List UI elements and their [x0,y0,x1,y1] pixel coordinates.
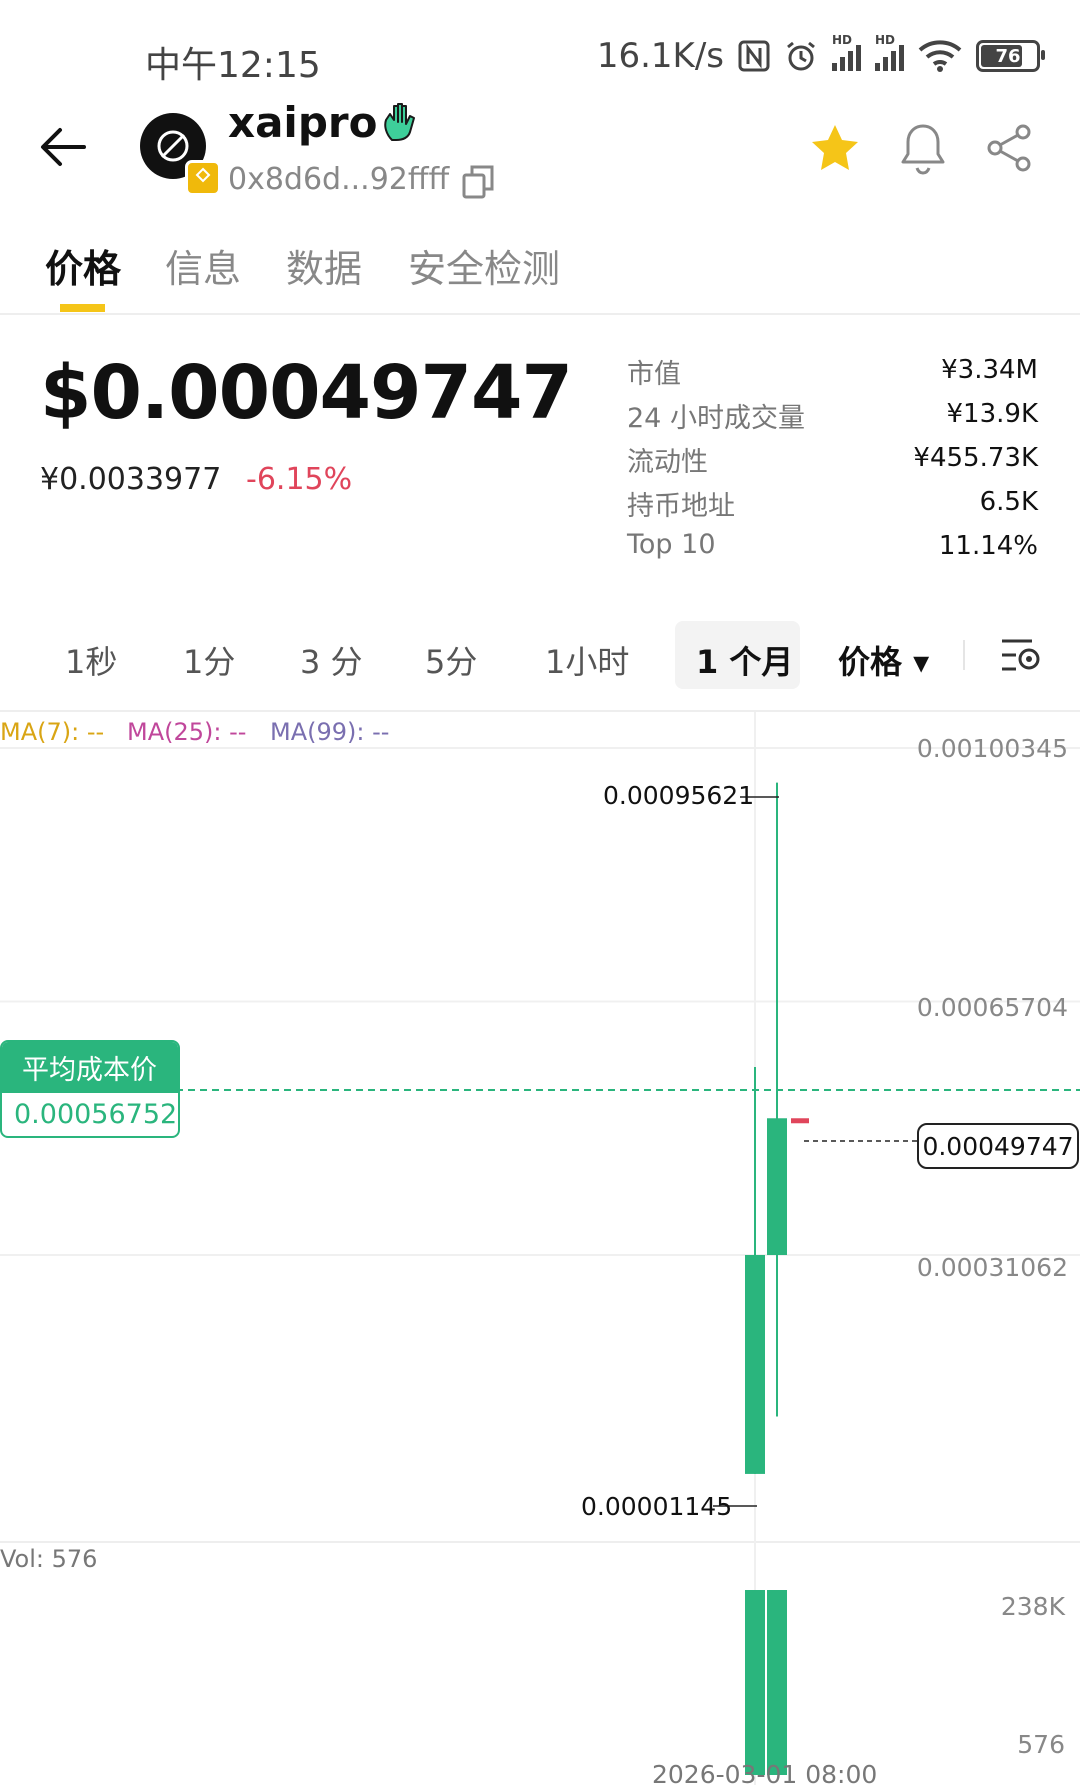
candle-body-2 [791,1118,809,1124]
battery-level: 76 [995,45,1021,67]
low-price-label: 0.00001145 [581,1492,733,1521]
tab-data[interactable]: 数据 [286,238,362,293]
price-type-dropdown[interactable]: 价格 ▾ [838,637,929,683]
alarm-icon [784,39,818,73]
current-price-tag: 0.00049747 [917,1123,1079,1169]
y-tick-label: 0.00031062 [916,1253,1068,1282]
waving-hand-icon [382,100,422,144]
stat-value-liquidity: ¥455.73K [913,443,1038,473]
y-tick-label: 0.00065704 [916,993,1068,1022]
coin-name: xaipro [228,98,378,147]
timeframe-3m[interactable]: 3 分 [300,637,363,683]
price-change: -6.15% [246,462,353,497]
timeframe-5m[interactable]: 5分 [425,637,477,683]
stat-label-holders: 持币地址 [627,491,735,522]
y-tick-label: 0.00100345 [916,734,1068,763]
stat-value-holders: 6.5K [979,487,1038,517]
contract-address: 0x8d6d...92ffff [228,162,450,197]
stat-label-volume: 24 小时成交量 [627,403,805,434]
star-icon[interactable] [808,122,862,176]
volume-bar-1 [767,1590,787,1775]
stat-label-market-cap: 市值 [627,359,681,390]
stat-value-market-cap: ¥3.34M [941,355,1038,385]
price-usd: $0.00049747 [40,350,573,436]
avg-cost-badge[interactable]: 平均成本价 0.00056752 [0,1040,180,1138]
avg-cost-title: 平均成本价 [2,1042,178,1093]
timeframe-1m[interactable]: 1分 [183,637,235,683]
candle-body-0 [745,1255,765,1474]
volume-bars [745,1590,787,1775]
timeframe-separator [963,640,965,670]
avg-cost-value: 0.00056752 [14,1099,178,1130]
price-cny: ¥0.0033977 [40,462,222,497]
high-price-label: 0.00095621 [603,781,755,810]
signal-hd-icon: HD [832,33,861,71]
stat-label-top10: Top 10 [627,529,716,560]
volume-tick-max: 238K [1000,1592,1065,1621]
copy-icon[interactable] [460,163,496,201]
chain-badge-icon [185,160,221,196]
battery-icon: 76 [976,40,1045,72]
tab-info[interactable]: 信息 [165,238,241,293]
timeframe-1s[interactable]: 1秒 [65,637,117,683]
stat-value-top10: 11.14% [938,531,1038,561]
status-icons: 16.1K/s HD HD 76 [596,33,1045,76]
candlestick-chart[interactable] [0,712,1080,1785]
stat-value-volume: ¥13.9K [946,399,1038,429]
stat-label-liquidity: 流动性 [627,447,708,478]
volume-bar-0 [745,1590,765,1775]
bell-icon[interactable] [898,122,948,176]
network-speed: 16.1K/s [596,36,724,76]
back-arrow-icon[interactable] [38,125,88,169]
chart-settings-icon[interactable] [1000,636,1042,674]
nfc-icon [738,40,770,72]
volume-tick-min: 576 [1017,1730,1065,1759]
timeframe-1mo[interactable]: 1 个月 [696,637,793,683]
share-icon[interactable] [985,122,1035,174]
status-time: 中午12:15 [145,45,321,86]
timeframe-1h[interactable]: 1小时 [545,637,629,683]
signal-hd-icon-2: HD [875,33,904,71]
active-tab-indicator [60,304,105,312]
tab-security[interactable]: 安全检测 [408,238,560,293]
wifi-icon [918,40,962,72]
volume-label: Vol: 576 [0,1545,98,1573]
candle-body-1 [767,1118,787,1255]
tab-price[interactable]: 价格 [45,238,121,293]
tabs-divider [0,313,1080,315]
